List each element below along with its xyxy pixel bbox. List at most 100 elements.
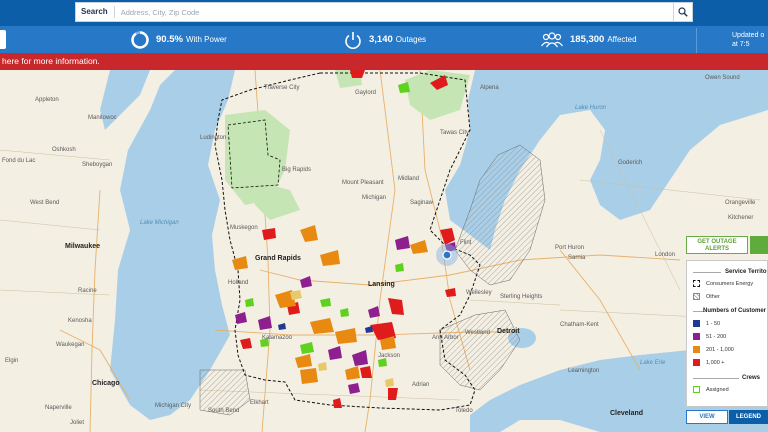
map-label: Sheboygan xyxy=(82,162,113,168)
updated-line-2: at 7:5 xyxy=(732,41,750,48)
map-label: Big Rapids xyxy=(282,167,312,173)
view-button[interactable]: VIEW xyxy=(686,410,728,424)
affected-label: Affected xyxy=(607,35,637,44)
legend-consumers-label: Consumers Energy xyxy=(706,280,754,287)
legend-range-label: 201 - 1,000 xyxy=(706,346,734,353)
legend-range-row: 201 - 1,000 xyxy=(693,346,734,353)
map-label: Naperville xyxy=(45,405,72,411)
legend-divider xyxy=(693,272,721,273)
dashed-boundary-swatch xyxy=(693,280,700,287)
search-label: Search xyxy=(76,6,115,18)
map-label: Mount Pleasant xyxy=(342,180,384,186)
legend-customers-title: Numbers of Customer xyxy=(703,308,767,314)
affected-value: 185,300 xyxy=(570,34,605,45)
map-label: Chicago xyxy=(92,380,120,387)
legend-range-label: 1,000 + xyxy=(706,359,725,366)
map-label: Kalamazoo xyxy=(262,335,293,341)
map-label: Lansing xyxy=(368,281,395,288)
power-value: 90.5% xyxy=(156,34,183,45)
outages-label: Outages xyxy=(395,35,427,44)
map-label: Tawas City xyxy=(440,130,470,136)
map-label: Muskegon xyxy=(230,225,258,231)
legend-range-row: 1 - 50 xyxy=(693,320,720,327)
map-label: Adrian xyxy=(412,382,430,388)
map-label: Elkhart xyxy=(250,400,269,406)
map-label: Sterling Heights xyxy=(500,294,543,300)
current-location-marker[interactable] xyxy=(442,250,452,260)
map-label: Port Huron xyxy=(555,245,585,251)
alert-banner[interactable]: here for more information. xyxy=(0,53,768,70)
map-label: Kitchener xyxy=(728,215,754,221)
legend-range-label: 51 - 200 xyxy=(706,333,727,340)
side-panel-toggle[interactable] xyxy=(0,30,6,49)
legend-assigned-row: Assigned xyxy=(693,386,729,393)
legend-crews-title: Crews xyxy=(742,375,761,381)
map-label: Grand Rapids xyxy=(255,255,301,262)
updated-time: Updated o at 7:5 xyxy=(696,28,768,53)
power-label: With Power xyxy=(185,35,227,44)
range-swatch xyxy=(693,333,700,340)
map-label: London xyxy=(655,252,676,258)
map-label: Manitowoc xyxy=(88,115,117,121)
map-label: Westland xyxy=(465,330,490,336)
outages-value: 3,140 xyxy=(369,34,393,45)
map-label: Jackson xyxy=(378,353,401,359)
map-label: Orangeville xyxy=(725,200,756,206)
map-canvas[interactable] xyxy=(0,70,768,432)
legend-assigned-label: Assigned xyxy=(706,386,729,393)
map-label: Traverse City xyxy=(264,85,300,91)
map-label: Gaylord xyxy=(355,90,377,96)
map-label: Sarnia xyxy=(568,255,586,261)
search-input[interactable] xyxy=(114,7,673,17)
map-label: Alpena xyxy=(480,85,499,91)
search-icon xyxy=(678,7,688,17)
map-label: South Bend xyxy=(208,408,240,414)
outages-stat: 3,140 Outages xyxy=(343,26,426,53)
people-icon xyxy=(541,31,563,47)
stats-bar: 90.5% With Power 3,140 Outages 185,300 A… xyxy=(0,26,768,53)
map-label: Holland xyxy=(228,280,249,286)
map-label: Waukegan xyxy=(56,342,85,348)
legend-range-row: 1,000 + xyxy=(693,359,725,366)
map-label: Racine xyxy=(78,288,97,294)
map-label: Detroit xyxy=(497,328,520,335)
map-legend: Service Territo Consumers Energy Other N… xyxy=(686,260,768,407)
map-label: Cleveland xyxy=(610,410,644,417)
map-label: Michigan City xyxy=(155,403,192,409)
range-swatch xyxy=(693,359,700,366)
range-swatch xyxy=(693,346,700,353)
power-stat: 90.5% With Power xyxy=(130,26,227,53)
alert-text[interactable]: here for more information. xyxy=(2,56,100,66)
updated-line-1: Updated o xyxy=(732,32,765,39)
map-label: Leamington xyxy=(568,368,600,374)
map-label: Toledo xyxy=(455,408,473,414)
map-label: Joliet xyxy=(70,420,85,426)
map-label: Lake Michigan xyxy=(140,220,179,226)
map-label: Flint xyxy=(460,240,472,246)
alerts-line-2: ALERTS xyxy=(705,246,729,252)
crew-swatch xyxy=(693,386,700,393)
legend-button[interactable]: LEGEND xyxy=(729,410,768,424)
legend-range-label: 1 - 50 xyxy=(706,320,721,327)
map-label: Saginaw xyxy=(410,200,434,206)
map-label: West Bend xyxy=(30,200,60,206)
legend-other-label: Other xyxy=(706,293,720,300)
legend-other-row: Other xyxy=(693,293,720,300)
map-label: Oshkosh xyxy=(52,147,76,153)
legend-service-territory-title: Service Territo xyxy=(725,269,767,275)
power-button-icon xyxy=(345,31,361,49)
report-outage-button[interactable] xyxy=(750,236,768,254)
map-label: Appleton xyxy=(35,97,59,103)
get-outage-alerts-button[interactable]: GET OUTAGE ALERTS xyxy=(686,236,748,254)
alerts-line-1: GET OUTAGE xyxy=(697,239,737,245)
hatched-swatch xyxy=(693,293,700,300)
power-ring-icon xyxy=(131,30,149,49)
map-label: Milwaukee xyxy=(65,243,101,250)
map-label: Goderich xyxy=(618,160,643,166)
map-label: Midland xyxy=(398,176,420,182)
search-button[interactable] xyxy=(673,3,692,21)
outage-map[interactable]: Appleton Oshkosh Fond du Lac Sheboygan W… xyxy=(0,70,768,432)
map-label: Lake Huron xyxy=(575,105,607,111)
map-label: Kenosha xyxy=(68,318,92,324)
map-label: Elgin xyxy=(5,358,19,364)
